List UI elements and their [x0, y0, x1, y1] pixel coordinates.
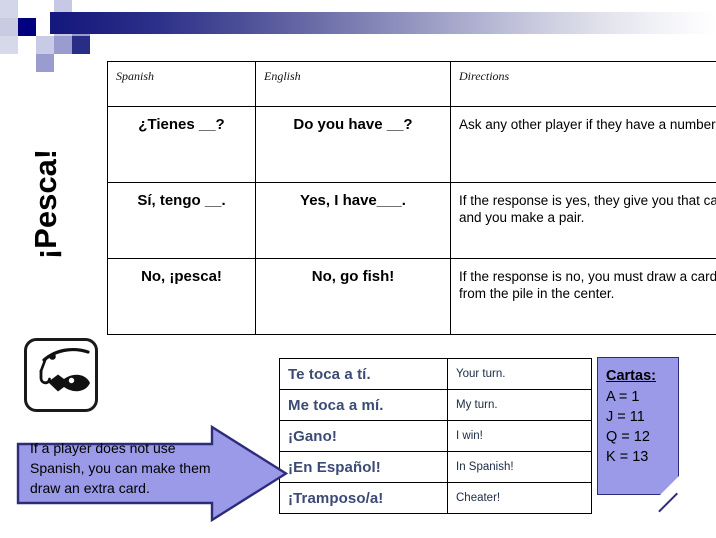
header-square	[18, 36, 36, 54]
cartas-note-line: Q = 12	[606, 429, 650, 445]
header-square	[36, 36, 54, 54]
cell-spanish: ¿Tienes __?	[107, 106, 256, 183]
header-square	[18, 18, 36, 36]
cell-directions: Ask any other player if they have a numb…	[450, 106, 716, 183]
column-header-english: English	[255, 61, 451, 107]
table-row: No, ¡pesca! No, go fish! If the response…	[107, 258, 716, 335]
list-item: ¡En Español! In Spanish!	[279, 451, 592, 483]
header-square	[0, 18, 18, 36]
column-header-directions: Directions	[450, 61, 716, 107]
header-square	[0, 0, 18, 18]
header-square	[0, 54, 18, 72]
cartas-note-line: A = 1	[606, 389, 640, 405]
header-square	[18, 0, 36, 18]
phrase-spanish: Me toca a mí.	[279, 389, 448, 421]
phrase-spanish: ¡Tramposo/a!	[279, 482, 448, 514]
list-item: ¡Gano! I win!	[279, 420, 592, 452]
cell-english: No, go fish!	[255, 258, 451, 335]
phrase-spanish: ¡En Español!	[279, 451, 448, 483]
cell-spanish: Sí, tengo __.	[107, 182, 256, 259]
cell-english: Do you have __?	[255, 106, 451, 183]
header-decoration	[0, 0, 716, 72]
header-square	[36, 54, 54, 72]
phrase-english: My turn.	[447, 389, 592, 421]
header-square	[0, 36, 18, 54]
cartas-note: Cartas: A = 1 J = 11 Q = 12 K = 13	[597, 357, 679, 513]
cartas-note-title: Cartas:	[606, 368, 656, 384]
list-item: ¡Tramposo/a! Cheater!	[279, 482, 592, 514]
cell-directions: If the response is no, you must draw a c…	[450, 258, 716, 335]
phrase-english: Cheater!	[447, 482, 592, 514]
table-row: ¿Tienes __? Do you have __? Ask any othe…	[107, 106, 716, 183]
phrase-english: I win!	[447, 420, 592, 452]
table-row: Sí, tengo __. Yes, I have___. If the res…	[107, 182, 716, 259]
list-item: Me toca a mí. My turn.	[279, 389, 592, 421]
cell-english: Yes, I have___.	[255, 182, 451, 259]
column-header-spanish: Spanish	[107, 61, 256, 107]
phrase-spanish: ¡Gano!	[279, 420, 448, 452]
cell-spanish: No, ¡pesca!	[107, 258, 256, 335]
folded-corner-edge	[658, 492, 678, 513]
arrow-callout: If a player does not use Spanish, you ca…	[16, 425, 288, 522]
table-header-row: Spanish English Directions	[107, 61, 716, 107]
phrase-english: In Spanish!	[447, 451, 592, 483]
header-square	[54, 36, 72, 54]
cartas-note-content: Cartas: A = 1 J = 11 Q = 12 K = 13	[598, 358, 678, 467]
list-item: Te toca a tí. Your turn.	[279, 358, 592, 390]
header-square	[72, 36, 90, 54]
arrow-callout-text: If a player does not use Spanish, you ca…	[30, 440, 211, 496]
page-title: ¡Pesca!	[28, 148, 63, 260]
phrase-spanish: Te toca a tí.	[279, 358, 448, 390]
cartas-note-line: J = 11	[606, 409, 645, 425]
phrase-english: Your turn.	[447, 358, 592, 390]
main-phrases-table: Spanish English Directions ¿Tienes __? D…	[107, 61, 716, 335]
cell-directions: If the response is yes, they give you th…	[450, 182, 716, 259]
cartas-note-line: K = 13	[606, 449, 649, 465]
header-gradient-bar	[50, 12, 716, 34]
extra-phrases-table: Te toca a tí. Your turn. Me toca a mí. M…	[279, 358, 592, 514]
fishing-hook-and-fish-icon	[24, 338, 98, 412]
